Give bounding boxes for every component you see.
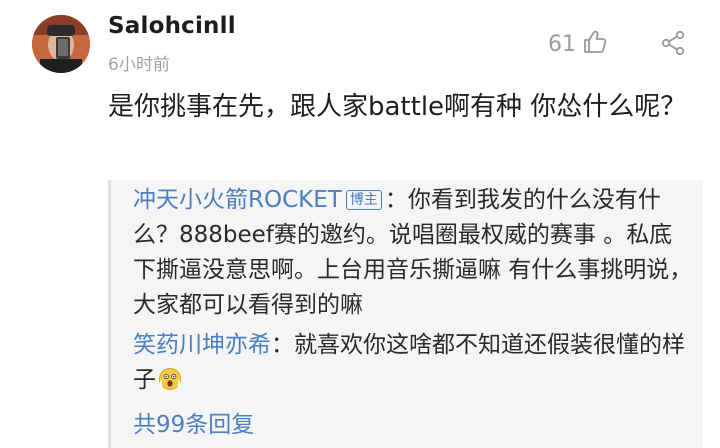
like-count: 61 (548, 31, 576, 57)
replies-panel: 冲天小火箭ROCKET 博主 ：你看到我发的什么没有什么？888beef赛的邀约。说… (108, 180, 703, 448)
reply-separator: ： (271, 332, 294, 358)
avatar[interactable] (32, 15, 90, 73)
share-icon[interactable] (660, 30, 686, 60)
timestamp: 6小时前 (108, 55, 170, 75)
username[interactable]: Salohcinll (108, 13, 236, 39)
author-badge: 博主 (345, 190, 382, 210)
reply-separator: ： (384, 187, 408, 213)
like-button[interactable]: 61 (548, 30, 608, 58)
thumbs-up-icon[interactable] (582, 29, 608, 59)
view-all-replies-link[interactable]: 共99条回复 (133, 408, 254, 443)
reply-item: 笑药川坤亦希：就喜欢你这啥都不知道还假装很懂的样子 (133, 328, 693, 402)
comment-text: 是你挑事在先，跟人家battle啊有种 你怂什么呢？ (108, 92, 687, 122)
scared-face-emoji (158, 367, 182, 402)
reply-author[interactable]: 笑药川坤亦希 (133, 332, 271, 358)
reply-author[interactable]: 冲天小火箭ROCKET (133, 187, 342, 213)
reply-item: 冲天小火箭ROCKET 博主 ：你看到我发的什么没有什么？888beef赛的邀约。说… (133, 183, 693, 323)
